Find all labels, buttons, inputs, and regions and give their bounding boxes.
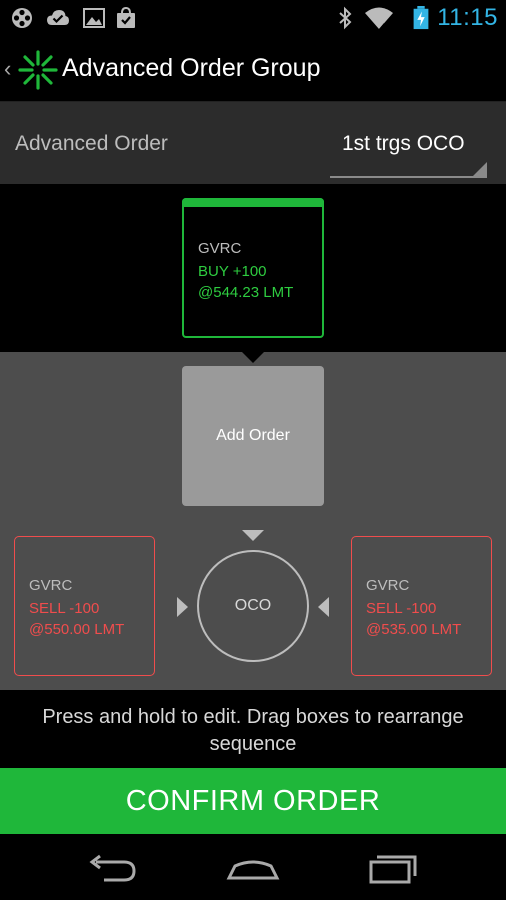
recent-apps-icon[interactable] (365, 848, 425, 888)
navigation-bar (0, 834, 506, 900)
dropdown-corner-icon (473, 162, 487, 176)
wifi-icon (365, 7, 393, 29)
order-price: @550.00 LMT (29, 621, 125, 638)
primary-card-pointer-icon (242, 352, 264, 363)
add-order-label: Add Order (216, 427, 290, 444)
primary-order-accent-bar (182, 198, 324, 207)
oco-label: OCO (234, 597, 272, 614)
up-navigation-icon[interactable]: ‹ (4, 56, 11, 82)
order-symbol: GVRC (29, 577, 73, 594)
advanced-order-dropdown[interactable]: 1st trgs OCO (330, 128, 487, 178)
bluetooth-icon (339, 6, 352, 30)
arrow-left-icon (318, 597, 329, 617)
order-price: @544.23 LMT (198, 284, 294, 301)
contingent-orders-zone: Add Order OCO GVRC SELL -100 @550.00 LMT… (0, 352, 506, 690)
arrow-down-icon (242, 530, 264, 541)
oco-connector: OCO (197, 550, 309, 662)
arrow-right-icon (177, 597, 188, 617)
page-title: Advanced Order Group (62, 54, 321, 82)
advanced-order-selected-value: 1st trgs OCO (342, 132, 465, 155)
add-order-button[interactable]: Add Order (182, 366, 324, 506)
battery-charging-icon (413, 6, 429, 30)
left-order-card[interactable]: GVRC SELL -100 @550.00 LMT (14, 536, 155, 676)
film-reel-icon (12, 8, 32, 28)
advanced-order-row: Advanced Order 1st trgs OCO (0, 102, 506, 184)
cloud-check-icon (47, 10, 69, 25)
clock: 11:15 (437, 4, 498, 31)
confirm-order-label: CONFIRM ORDER (125, 784, 381, 817)
order-action: BUY +100 (198, 263, 267, 280)
home-icon[interactable] (223, 848, 283, 888)
app-logo-icon[interactable] (16, 48, 60, 92)
order-price: @535.00 LMT (366, 621, 462, 638)
primary-order-card[interactable]: GVRC BUY +100 @544.23 LMT (182, 198, 324, 338)
order-symbol: GVRC (366, 577, 410, 594)
primary-order-zone: GVRC BUY +100 @544.23 LMT (0, 184, 506, 352)
action-bar: ‹ Advanced Order Group (0, 36, 506, 102)
confirm-order-button[interactable]: CONFIRM ORDER (0, 768, 506, 834)
shopping-bag-icon (117, 6, 135, 28)
order-action: SELL -100 (29, 600, 100, 617)
order-action: SELL -100 (366, 600, 437, 617)
back-icon[interactable] (82, 848, 142, 888)
instruction-text: Press and hold to edit. Drag boxes to re… (42, 706, 464, 755)
advanced-order-label: Advanced Order (15, 132, 168, 155)
right-order-card[interactable]: GVRC SELL -100 @535.00 LMT (351, 536, 492, 676)
order-symbol: GVRC (198, 240, 242, 257)
image-icon (83, 8, 105, 28)
status-bar: 11:15 (0, 0, 506, 36)
